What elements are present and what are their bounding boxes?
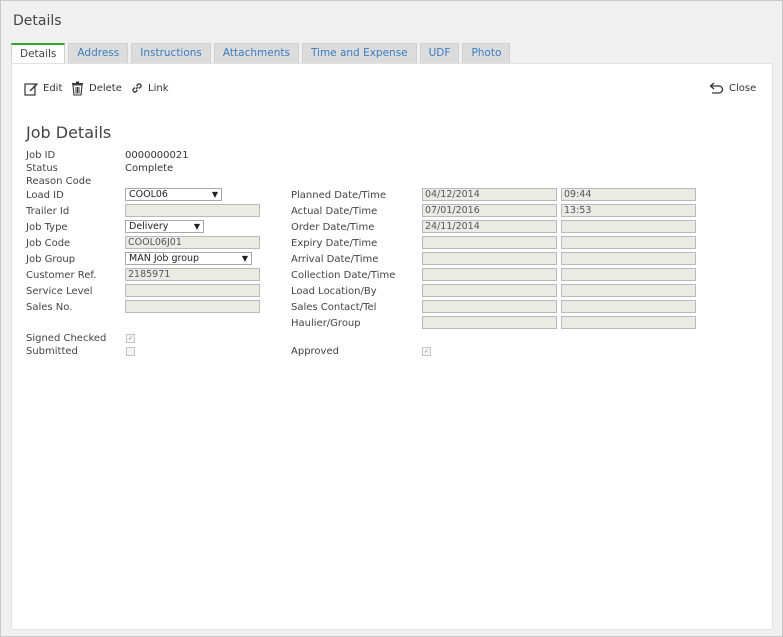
- delete-button[interactable]: Delete: [70, 81, 122, 96]
- tab-instructions[interactable]: Instructions: [131, 43, 211, 63]
- job-code-label: Job Code: [26, 238, 71, 249]
- approved-checkbox[interactable]: ✓: [422, 347, 431, 356]
- expiry-date-input[interactable]: [422, 236, 557, 249]
- tab-bar: Details Address Instructions Attachments…: [11, 43, 513, 65]
- tab-time-and-expense[interactable]: Time and Expense: [301, 43, 417, 63]
- order-time-input[interactable]: [561, 220, 696, 233]
- job-group-value: MAN Job group: [129, 253, 200, 264]
- job-id-value: 0000000021: [125, 150, 189, 161]
- tab-udf[interactable]: UDF: [419, 43, 460, 63]
- link-button[interactable]: Link: [130, 81, 168, 95]
- arrival-label: Arrival Date/Time: [291, 254, 379, 265]
- tab-photo[interactable]: Photo: [462, 43, 511, 63]
- load-id-value: COOL06: [129, 189, 168, 200]
- tab-address[interactable]: Address: [68, 43, 129, 63]
- chevron-down-icon: ▼: [193, 222, 200, 231]
- sales-contact-input[interactable]: [422, 300, 557, 313]
- undo-arrow-icon: [709, 82, 724, 94]
- job-type-value: Delivery: [129, 221, 169, 232]
- collection-date-input[interactable]: [422, 268, 557, 281]
- reason-code-label: Reason Code: [26, 176, 92, 187]
- signed-checked-label: Signed Checked: [26, 333, 107, 344]
- sales-tel-input[interactable]: [561, 300, 696, 313]
- planned-date-input[interactable]: 04/12/2014: [422, 188, 557, 201]
- link-label: Link: [148, 82, 169, 94]
- approved-label: Approved: [291, 346, 339, 357]
- group-input[interactable]: [561, 316, 696, 329]
- order-date-input[interactable]: 24/11/2014: [422, 220, 557, 233]
- status-value: Complete: [125, 163, 174, 174]
- job-id-label: Job ID: [26, 150, 56, 161]
- chevron-down-icon: ▼: [241, 254, 248, 263]
- tab-details[interactable]: Details: [11, 43, 66, 65]
- section-title: Job Details: [26, 123, 112, 142]
- tab-attachments[interactable]: Attachments: [213, 43, 299, 63]
- actual-time-input[interactable]: 13:53: [561, 204, 696, 217]
- actual-date-input[interactable]: 07/01/2016: [422, 204, 557, 217]
- details-window: Details Details Address Instructions Att…: [0, 0, 783, 637]
- job-group-select[interactable]: MAN Job group ▼: [125, 252, 252, 265]
- order-label: Order Date/Time: [291, 222, 375, 233]
- window-title: Details: [13, 13, 62, 29]
- delete-label: Delete: [89, 83, 122, 94]
- edit-button[interactable]: Edit: [24, 81, 62, 96]
- signed-checked-checkbox[interactable]: ✓: [126, 334, 135, 343]
- expiry-label: Expiry Date/Time: [291, 238, 378, 249]
- sales-no-input[interactable]: [125, 300, 260, 313]
- load-location-label: Load Location/By: [291, 286, 377, 297]
- job-type-select[interactable]: Delivery ▼: [125, 220, 204, 233]
- customer-ref-input[interactable]: 2185971: [125, 268, 260, 281]
- planned-time-input[interactable]: 09:44: [561, 188, 696, 201]
- close-label: Close: [729, 82, 757, 94]
- actual-label: Actual Date/Time: [291, 206, 378, 217]
- submitted-checkbox[interactable]: [126, 347, 135, 356]
- load-id-select[interactable]: COOL06 ▼: [125, 188, 222, 201]
- expiry-time-input[interactable]: [561, 236, 696, 249]
- sales-contact-label: Sales Contact/Tel: [291, 302, 377, 313]
- haulier-input[interactable]: [422, 316, 557, 329]
- edit-label: Edit: [43, 83, 63, 94]
- job-group-label: Job Group: [26, 254, 76, 265]
- chevron-down-icon: ▼: [211, 190, 218, 199]
- load-id-label: Load ID: [26, 190, 64, 201]
- load-by-input[interactable]: [561, 284, 696, 297]
- details-panel: Edit Delete Link Close Job Details Job I…: [11, 63, 773, 630]
- edit-icon: [24, 83, 38, 96]
- collection-label: Collection Date/Time: [291, 270, 396, 281]
- arrival-time-input[interactable]: [561, 252, 696, 265]
- submitted-label: Submitted: [26, 346, 78, 357]
- trailer-id-input[interactable]: [125, 204, 260, 217]
- trash-icon: [72, 81, 83, 96]
- status-label: Status: [26, 163, 58, 174]
- job-type-label: Job Type: [26, 222, 68, 233]
- link-icon: [132, 83, 142, 93]
- service-level-input[interactable]: [125, 284, 260, 297]
- haulier-label: Haulier/Group: [291, 318, 361, 329]
- collection-time-input[interactable]: [561, 268, 696, 281]
- service-level-label: Service Level: [26, 286, 93, 297]
- arrival-date-input[interactable]: [422, 252, 557, 265]
- customer-ref-label: Customer Ref.: [26, 270, 97, 281]
- close-button[interactable]: Close: [709, 81, 756, 95]
- trailer-id-label: Trailer Id: [26, 206, 70, 217]
- job-code-input[interactable]: COOL06J01: [125, 236, 260, 249]
- sales-no-label: Sales No.: [26, 302, 73, 313]
- planned-label: Planned Date/Time: [291, 190, 387, 201]
- load-location-input[interactable]: [422, 284, 557, 297]
